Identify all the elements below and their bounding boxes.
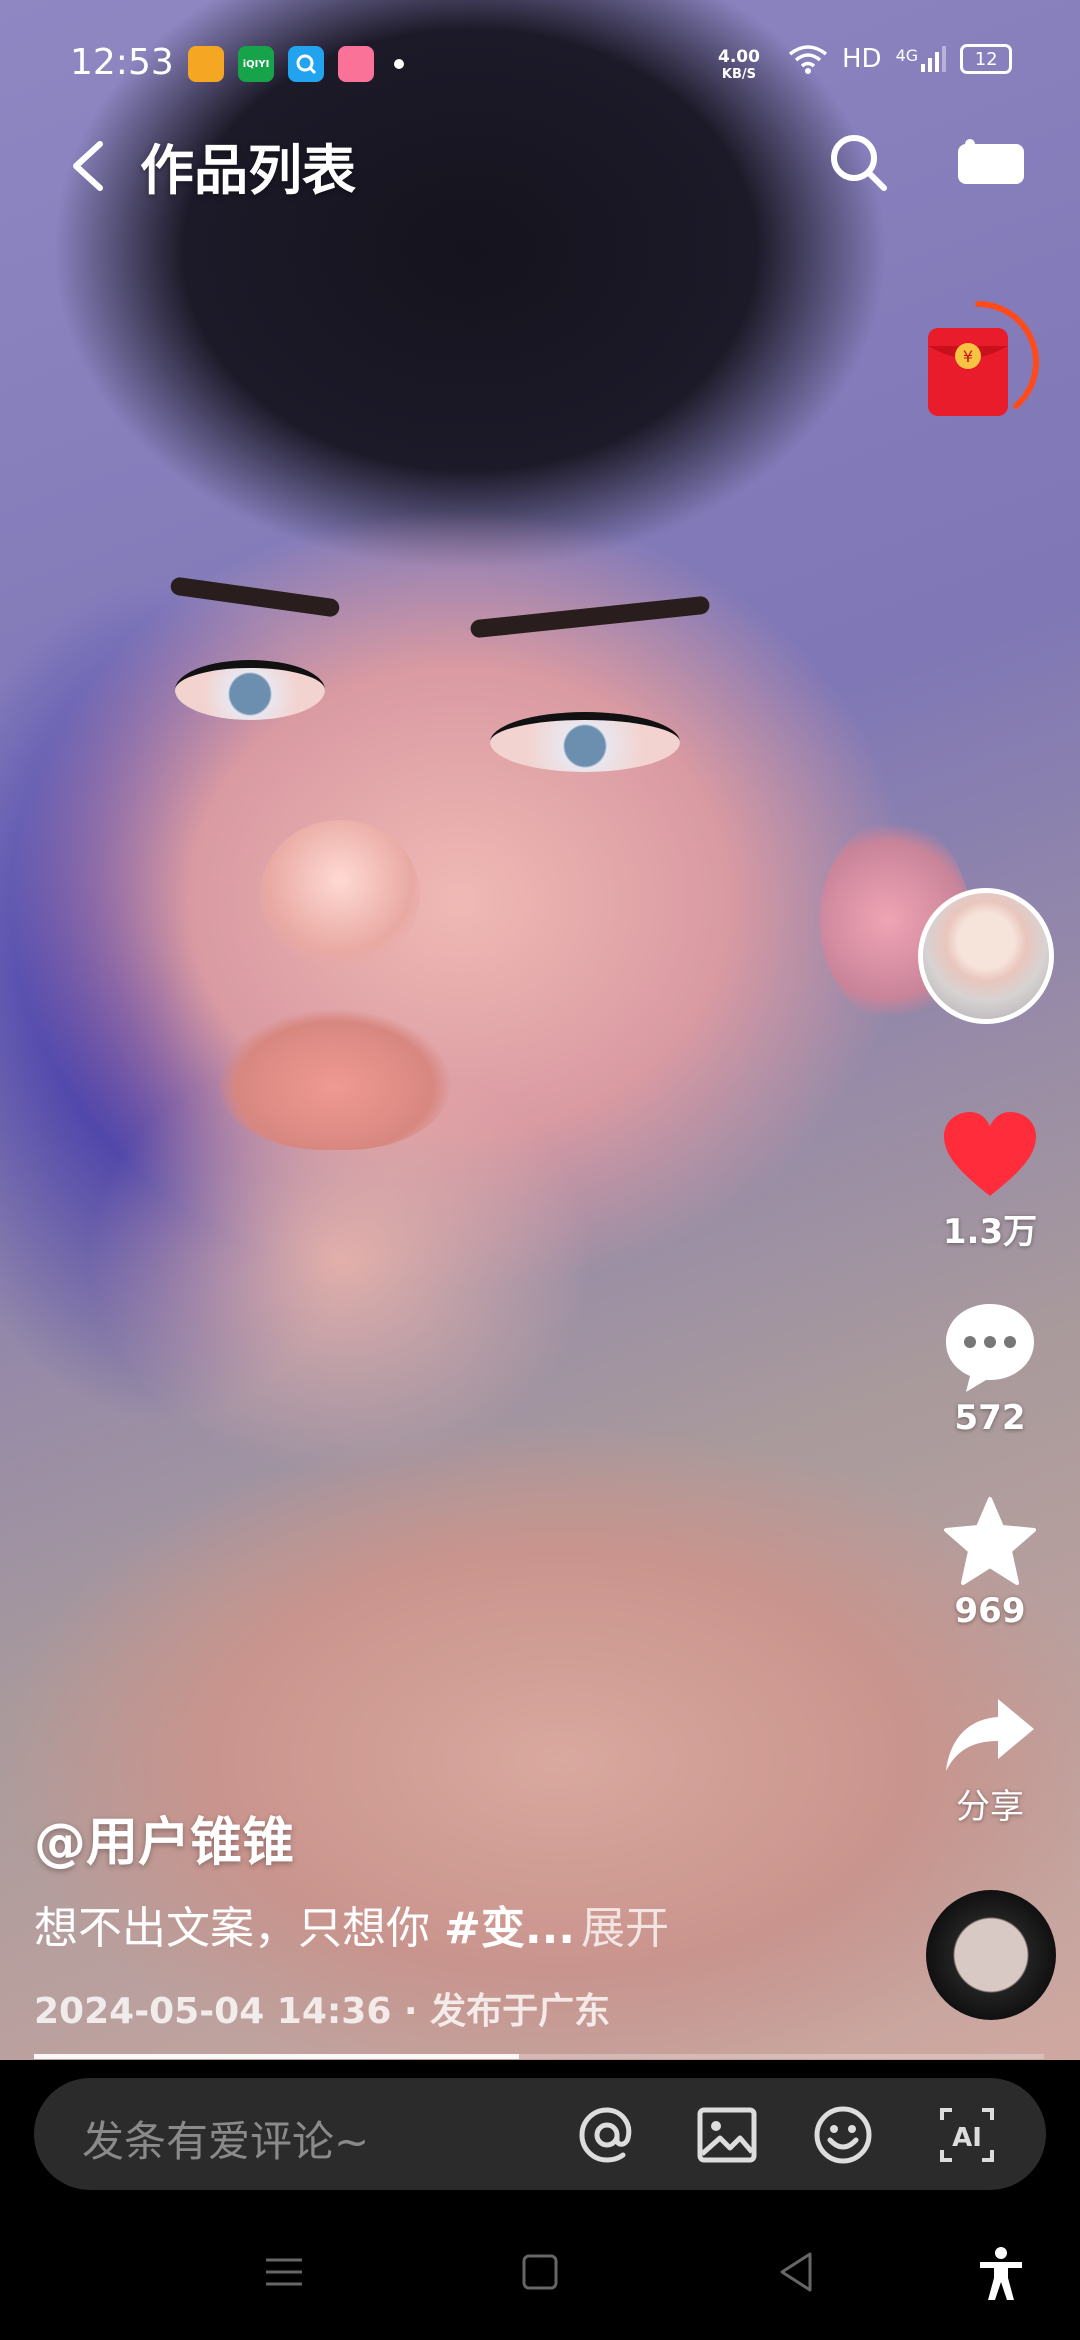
comment-input[interactable]: 发条有爱评论~ AI [34, 2078, 1046, 2190]
net-speed-value: 4.00 [718, 47, 760, 67]
red-envelope-icon[interactable]: ¥ [916, 300, 1040, 424]
comment-placeholder: 发条有爱评论~ [82, 2117, 370, 2166]
system-nav-bar [0, 2200, 1080, 2340]
menu-icon[interactable] [262, 2254, 306, 2290]
music-disc[interactable] [926, 1890, 1056, 2020]
back-icon[interactable] [60, 136, 120, 196]
status-time: 12:53 [70, 42, 174, 83]
net-speed-unit: KB/S [721, 67, 757, 82]
notification-icons: iQIYI [188, 46, 404, 82]
camera-icon[interactable] [956, 138, 1026, 188]
publish-meta: 2024-05-04 14:36 · 发布于广东 [34, 1991, 611, 2032]
share-label: 分享 [956, 1787, 1024, 1827]
video-content [169, 576, 341, 618]
status-bar: 12:53 iQIYI 4.00 KB/S HD 4G 12 [0, 38, 1080, 94]
more-notifications-dot [394, 59, 404, 69]
video-progress-fill [34, 2054, 519, 2059]
top-nav: 作品列表 [0, 120, 1080, 210]
home-icon[interactable] [520, 2252, 560, 2292]
video-content [260, 820, 420, 970]
comment-button[interactable]: 572 [910, 1300, 1070, 1438]
back-nav-icon[interactable] [776, 2250, 816, 2294]
network-type: 4G [895, 46, 919, 65]
battery-icon: 12 [960, 44, 1013, 74]
favorite-count: 969 [954, 1591, 1026, 1631]
accessibility-icon[interactable] [976, 2246, 1026, 2302]
wifi-icon [788, 45, 828, 74]
hd-label: HD [842, 44, 882, 74]
battery-level: 12 [974, 48, 998, 70]
hashtag-link[interactable]: #变... [444, 1903, 575, 1954]
video-description: 想不出文案，只想你 #变... 展开 [34, 1892, 669, 1956]
comment-count: 572 [954, 1398, 1026, 1438]
star-icon [944, 1497, 1036, 1585]
system-icons: HD 4G 12 [788, 44, 1013, 74]
svg-text:AI: AI [952, 2123, 982, 2153]
ai-icon[interactable]: AI [934, 2102, 1000, 2168]
net-speed: 4.00 KB/S [718, 48, 760, 84]
comment-icon [946, 1304, 1034, 1392]
douyin-icon [188, 46, 224, 82]
iqiyi-icon: iQIYI [238, 46, 274, 82]
svg-text:¥: ¥ [963, 347, 973, 366]
favorite-button[interactable]: 969 [910, 1495, 1070, 1631]
author-name[interactable]: @用户锥锥 [34, 1800, 294, 1875]
description-text: 想不出文案，只想你 [34, 1903, 444, 1954]
bilibili-icon [338, 46, 374, 82]
author-avatar[interactable] [918, 888, 1054, 1024]
like-button[interactable]: 1.3万 [910, 1110, 1070, 1253]
expand-link[interactable]: 展开 [581, 1903, 669, 1954]
like-count: 1.3万 [942, 1212, 1038, 1252]
share-icon [946, 1699, 1034, 1771]
video-content [469, 595, 711, 639]
video-content [220, 1010, 450, 1150]
mention-icon[interactable] [574, 2102, 640, 2168]
emoji-icon[interactable] [810, 2102, 876, 2168]
share-button[interactable]: 分享 [910, 1695, 1070, 1828]
heart-icon [944, 1112, 1036, 1196]
video-content [490, 712, 680, 772]
search-icon[interactable] [826, 130, 890, 194]
video-progress-bar[interactable] [34, 2054, 1044, 2059]
signal-icon: 4G [896, 46, 947, 72]
image-icon[interactable] [694, 2102, 760, 2168]
qq-browser-icon [288, 46, 324, 82]
video-content [175, 660, 325, 720]
page-title: 作品列表 [140, 139, 356, 202]
